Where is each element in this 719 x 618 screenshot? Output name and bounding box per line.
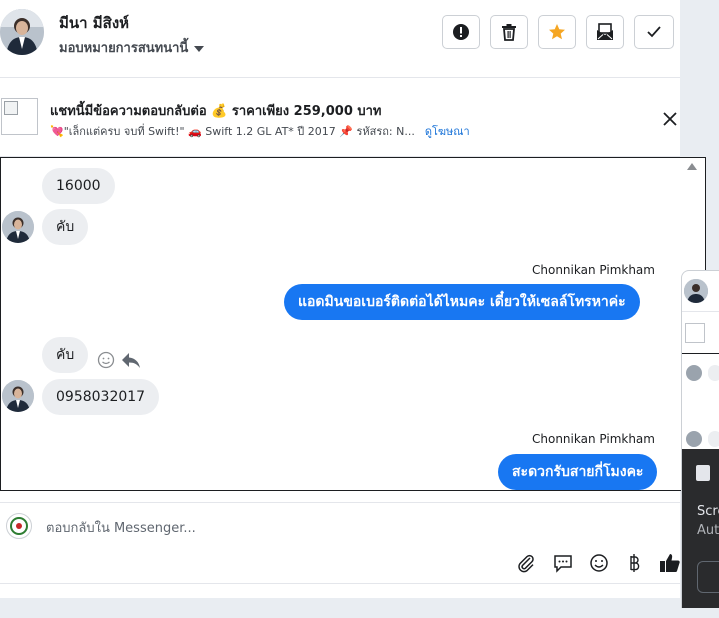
toast-title: Scre xyxy=(697,504,719,519)
star-icon xyxy=(549,24,565,40)
sender-name: Chonnikan Pimkham xyxy=(532,432,655,446)
check-icon xyxy=(647,26,661,38)
outgoing-message: แอดมินขอเบอร์ติดต่อได้ไหมคะ เดี๋ยวให้เซล… xyxy=(284,284,640,320)
page-avatar xyxy=(6,513,32,539)
reply-arrow-icon[interactable] xyxy=(121,351,141,369)
message-thread[interactable]: 16000 คับ Chonnikan Pimkham แอดมินขอเบอร… xyxy=(0,157,706,491)
preview-avatar-small xyxy=(686,431,702,447)
ad-title: แชทนี้มีข้อความตอบกลับต่อ 💰 ราคาเพียง 25… xyxy=(50,104,382,119)
divider xyxy=(682,353,719,354)
preview-avatar xyxy=(684,279,708,303)
incoming-message: คับ xyxy=(42,337,89,373)
side-preview-panel[interactable]: Scre Aut xyxy=(681,270,719,608)
react-smiley-icon[interactable] xyxy=(97,351,115,369)
assign-conversation-dropdown[interactable]: มอบหมายการสนทนานี้ xyxy=(59,37,205,58)
thumbs-up-icon xyxy=(660,554,680,572)
contact-avatar-small xyxy=(2,211,34,243)
toast-button[interactable] xyxy=(697,561,719,593)
saved-replies-button[interactable] xyxy=(551,551,575,575)
notification-toast[interactable]: Scre Aut xyxy=(682,449,719,608)
chat-bubble-icon xyxy=(554,555,572,573)
preview-ad-thumbnail xyxy=(685,323,705,343)
envelope-icon xyxy=(597,23,613,40)
mark-done-button[interactable] xyxy=(634,15,674,49)
preview-avatar-small xyxy=(686,365,702,381)
incoming-message: 0958032017 xyxy=(42,379,160,415)
conversation-header: มีนา มีสิงห์ มอบหมายการสนทนานี้ xyxy=(0,0,680,78)
like-button[interactable] xyxy=(658,551,682,575)
chevron-down-icon xyxy=(194,45,205,52)
contact-avatar-small xyxy=(2,380,34,412)
incoming-message: คับ xyxy=(42,209,89,245)
emoji-button[interactable] xyxy=(587,551,611,575)
mark-unread-button[interactable] xyxy=(586,15,624,49)
assign-label: มอบหมายการสนทนานี้ xyxy=(59,41,189,56)
trash-icon xyxy=(502,24,516,41)
delete-button[interactable] xyxy=(490,15,528,49)
view-ad-link[interactable]: ดูโฆษณา xyxy=(425,125,470,138)
paperclip-icon xyxy=(518,554,534,573)
baht-icon xyxy=(630,554,640,572)
outgoing-message: สะดวกรับสายกี่โมงคะ xyxy=(498,454,658,490)
incoming-message: 16000 xyxy=(42,168,115,204)
ad-thumbnail[interactable] xyxy=(1,98,38,135)
preview-bubble xyxy=(708,365,719,381)
divider xyxy=(682,311,719,312)
star-button[interactable] xyxy=(538,15,576,49)
message-composer xyxy=(0,502,680,584)
ad-context-banner: แชทนี้มีข้อความตอบกลับต่อ 💰 ราคาเพียง 25… xyxy=(0,78,680,157)
contact-name: มีนา มีสิงห์ xyxy=(59,14,130,32)
scroll-up-arrow-icon[interactable] xyxy=(687,163,697,170)
attach-button[interactable] xyxy=(514,551,538,575)
close-icon xyxy=(663,112,677,126)
message-actions xyxy=(97,351,141,369)
reply-input[interactable] xyxy=(44,516,498,540)
sender-name: Chonnikan Pimkham xyxy=(532,263,655,277)
payment-button[interactable] xyxy=(622,551,646,575)
ad-subtitle-text: 💘"เล็กแต่ครบ จบที่ Swift!" 🚗 Swift 1.2 G… xyxy=(50,125,415,138)
alert-icon xyxy=(453,24,469,40)
ad-subtitle: 💘"เล็กแต่ครบ จบที่ Swift!" 🚗 Swift 1.2 G… xyxy=(50,122,470,140)
toast-subtitle: Aut xyxy=(697,523,719,538)
smiley-icon xyxy=(590,554,608,572)
mark-spam-button[interactable] xyxy=(442,15,480,49)
contact-avatar[interactable] xyxy=(0,9,44,55)
preview-bubble xyxy=(708,431,719,447)
close-banner-button[interactable] xyxy=(660,109,680,129)
app-icon xyxy=(696,465,710,481)
